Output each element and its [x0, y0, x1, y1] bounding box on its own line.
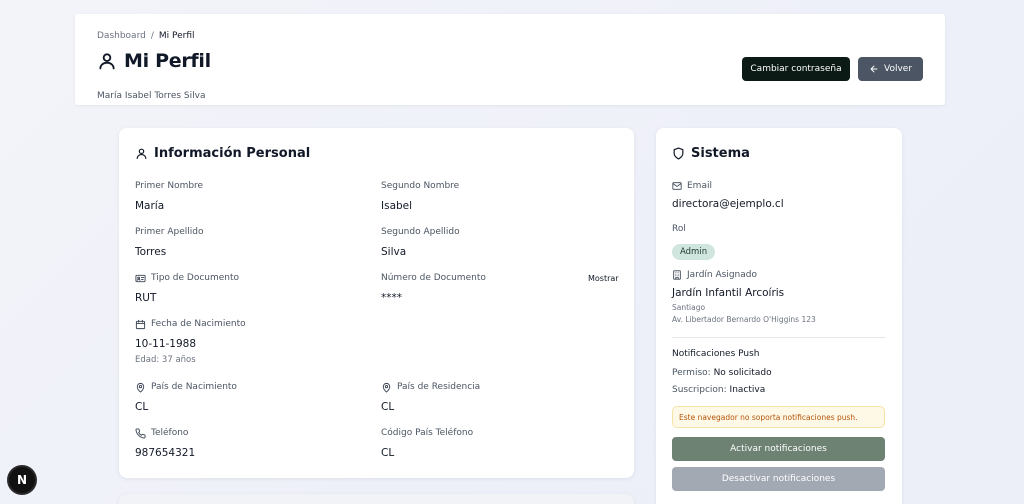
- next-card-peek: [119, 494, 634, 504]
- garden-name: Jardín Infantil Arcoíris: [672, 287, 785, 299]
- personal-info-heading: Información Personal: [135, 146, 310, 161]
- map-pin-icon: [381, 382, 392, 393]
- phone-field: Teléfono 987654321: [135, 427, 195, 459]
- second-name-field: Segundo Nombre Isabel: [381, 180, 459, 212]
- birth-date-label: Fecha de Nacimiento: [151, 319, 246, 329]
- show-document-button[interactable]: Mostrar: [588, 274, 619, 283]
- personal-info-card: Información Personal Primer Nombre María…: [119, 128, 634, 478]
- push-title: Notificaciones Push: [672, 349, 760, 359]
- back-button-label: Volver: [883, 64, 913, 74]
- phone-value: 987654321: [135, 447, 196, 459]
- document-number-value: ****: [381, 292, 402, 304]
- email-field: Email directora@ejemplo.cl: [672, 180, 784, 210]
- garden-address: Av. Libertador Bernardo O'Higgins 123: [672, 315, 816, 324]
- first-surname-label: Primer Apellido: [135, 227, 204, 237]
- phone-code-label: Código País Teléfono: [381, 428, 474, 438]
- mail-icon: [672, 181, 682, 191]
- second-name-label: Segundo Nombre: [381, 181, 460, 191]
- system-title: Sistema: [691, 146, 750, 161]
- phone-icon: [135, 427, 146, 439]
- deactivate-notifications-button[interactable]: Desactivar notificaciones: [672, 467, 885, 491]
- residence-country-value: CL: [381, 401, 395, 413]
- garden-field: Jardín Asignado Jardín Infantil Arcoíris…: [672, 269, 816, 324]
- document-number-field: Número de Documento ****: [381, 272, 486, 304]
- phone-label: Teléfono: [151, 428, 189, 438]
- email-label: Email: [687, 181, 712, 191]
- phone-code-field: Código País Teléfono CL: [381, 427, 473, 459]
- nextjs-dev-indicator[interactable]: N: [9, 467, 35, 493]
- id-card-icon: [135, 273, 146, 284]
- first-name-value: María: [135, 200, 165, 212]
- push-subscription-label: Suscripcion:: [672, 385, 727, 395]
- back-button[interactable]: Volver: [858, 57, 923, 81]
- residence-country-field: País de Residencia CL: [381, 381, 480, 413]
- personal-info-title: Información Personal: [154, 146, 311, 161]
- phone-code-value: CL: [381, 447, 395, 459]
- second-surname-label: Segundo Apellido: [381, 227, 460, 237]
- calendar-icon: [135, 319, 146, 330]
- building-icon: [672, 270, 682, 280]
- second-name-value: Isabel: [381, 200, 413, 212]
- garden-city: Santiago: [672, 303, 706, 312]
- document-number-label: Número de Documento: [381, 273, 486, 283]
- shield-icon: [672, 147, 685, 160]
- garden-label: Jardín Asignado: [687, 270, 757, 280]
- role-field: Rol Admin: [672, 223, 716, 260]
- residence-country-label: País de Residencia: [397, 382, 481, 392]
- section-divider: [672, 337, 886, 338]
- page-header: Dashboard / Mi Perfil Mi Perfil María Isab…: [75, 14, 945, 105]
- page-subtitle: María Isabel Torres Silva: [97, 91, 206, 101]
- push-subscription-value: Inactiva: [729, 385, 766, 395]
- push-permission: Permiso: No solicitado: [672, 368, 772, 378]
- change-password-button[interactable]: Cambiar contraseña: [742, 57, 850, 81]
- role-label: Rol: [672, 224, 686, 234]
- document-type-label: Tipo de Documento: [151, 273, 240, 283]
- birth-date-value: 10-11-1988: [135, 338, 197, 350]
- document-type-field: Tipo de Documento RUT: [135, 272, 239, 304]
- document-type-value: RUT: [135, 292, 157, 304]
- second-surname-field: Segundo Apellido Silva: [381, 226, 460, 258]
- first-surname-value: Torres: [135, 246, 167, 258]
- age-text: Edad: 37 años: [135, 355, 196, 365]
- breadcrumb-dashboard-link[interactable]: Dashboard: [97, 31, 146, 41]
- first-surname-field: Primer Apellido Torres: [135, 226, 203, 258]
- birth-country-field: País de Nacimiento CL: [135, 381, 237, 413]
- birth-country-label: País de Nacimiento: [151, 382, 237, 392]
- nextjs-logo-icon: N: [16, 473, 28, 487]
- user-icon: [97, 51, 117, 71]
- push-unsupported-notice: Este navegador no soporta notificaciones…: [672, 406, 885, 428]
- email-value: directora@ejemplo.cl: [672, 198, 784, 210]
- user-icon: [135, 147, 148, 160]
- breadcrumb: Dashboard / Mi Perfil: [97, 31, 195, 41]
- first-name-label: Primer Nombre: [135, 181, 204, 191]
- push-permission-label: Permiso:: [672, 368, 711, 378]
- system-heading: Sistema: [672, 146, 750, 161]
- system-card: Sistema Email directora@ejemplo.cl Rol A…: [656, 128, 902, 504]
- arrow-left-icon: [869, 64, 879, 74]
- breadcrumb-current: Mi Perfil: [158, 31, 195, 41]
- activate-notifications-button[interactable]: Activar notificaciones: [672, 437, 885, 461]
- breadcrumb-separator: /: [150, 31, 154, 41]
- second-surname-value: Silva: [381, 246, 407, 258]
- birth-country-value: CL: [135, 401, 149, 413]
- role-badge: Admin: [672, 244, 716, 260]
- first-name-field: Primer Nombre María: [135, 180, 203, 212]
- push-subscription: Suscripcion: Inactiva: [672, 385, 765, 395]
- page-title: Mi Perfil: [124, 50, 211, 72]
- map-pin-icon: [135, 382, 146, 393]
- push-permission-value: No solicitado: [713, 368, 772, 378]
- birth-date-field: Fecha de Nacimiento 10-11-1988 Edad: 37 …: [135, 318, 246, 365]
